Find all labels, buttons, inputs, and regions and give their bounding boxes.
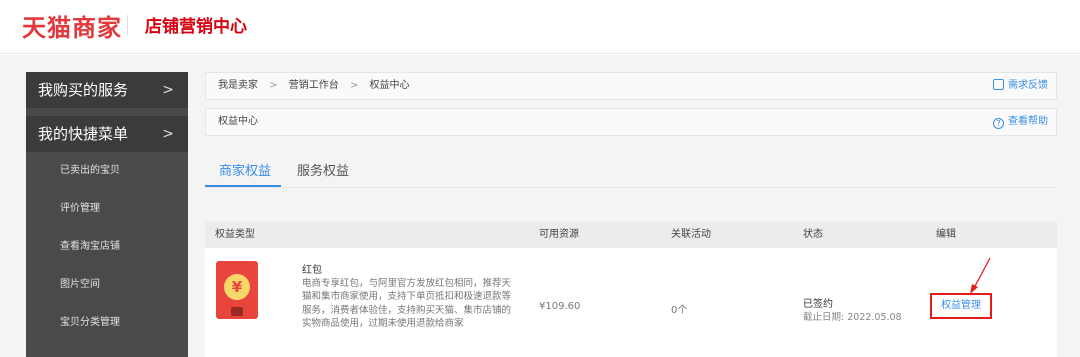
manage-rights-button[interactable]: 权益管理 [930, 293, 992, 319]
header-divider [127, 15, 128, 35]
sidebar-item-view-store[interactable]: 查看淘宝店铺 [26, 228, 188, 266]
sidebar-item-sold-items[interactable]: 已卖出的宝贝 [26, 152, 188, 190]
edit-icon [993, 79, 1004, 90]
sidebar-item-image-space[interactable]: 图片空间 [26, 266, 188, 304]
red-envelope-icon: ¥ [216, 261, 258, 319]
question-icon: ? [993, 118, 1004, 129]
related-activity: 0个 [671, 305, 688, 316]
sidebar-section-label: 我的快捷菜单 [38, 125, 129, 143]
column-header: 关联活动 [671, 229, 711, 240]
sidebar-section-label: 我购买的服务 [38, 81, 129, 99]
benefit-description: 电商专享红包，与阿里官方发放红包相同，推荐天猫和集市商家使用，支持下单页抵扣和极… [302, 278, 512, 330]
sidebar-item-category-manage[interactable]: 宝贝分类管理 [26, 304, 188, 342]
status-text: 已签约 [803, 299, 833, 310]
column-header: 权益类型 [215, 229, 255, 240]
column-header: 可用资源 [539, 229, 579, 240]
sidebar-section-purchased-services[interactable]: 我购买的服务 > [26, 72, 188, 108]
envelope-slot [231, 307, 243, 316]
table-header: 权益类型 可用资源 关联活动 状态 编辑 [205, 222, 1057, 248]
site-title: 店铺营销中心 [145, 17, 247, 37]
yuan-coin-icon: ¥ [224, 274, 250, 300]
feedback-link[interactable]: 需求反馈 [993, 73, 1048, 99]
benefit-title: 红包 [302, 265, 322, 276]
breadcrumb-item[interactable]: 我是卖家 [218, 80, 258, 91]
sidebar: 我购买的服务 > 我的快捷菜单 > 已卖出的宝贝 评价管理 查看淘宝店铺 图片空… [26, 72, 188, 357]
sidebar-section-quick-menu[interactable]: 我的快捷菜单 > [26, 116, 188, 152]
chevron-right-icon: > [162, 82, 174, 98]
help-link[interactable]: ? 查看帮助 [993, 109, 1048, 135]
annotation-arrow [970, 257, 991, 294]
page-header-bar: 权益中心 ? 查看帮助 [205, 108, 1057, 136]
breadcrumb-separator: > [349, 80, 359, 91]
page-title: 权益中心 [218, 116, 258, 127]
tab-merchant-rights[interactable]: 商家权益 [219, 160, 271, 179]
deadline-text: 截止日期: 2022.05.08 [803, 312, 902, 323]
main-content: 我是卖家 > 营销工作台 > 权益中心 需求反馈 权益中心 ? 查看帮助 商家权益… [205, 72, 1057, 357]
column-header: 状态 [803, 229, 823, 240]
column-header: 编辑 [936, 229, 956, 240]
tmall-logo[interactable]: 天猫商家 [22, 8, 122, 43]
available-resource: ¥109.60 [539, 301, 581, 312]
top-header: 天猫商家 店铺营销中心 [0, 0, 1080, 54]
breadcrumb-separator: > [269, 80, 278, 91]
table-row: ¥ 红包 电商专享红包，与阿里官方发放红包相同，推荐天猫和集市商家使用，支持下单… [205, 248, 1057, 357]
breadcrumb-item[interactable]: 营销工作台 [289, 80, 339, 91]
breadcrumb: 我是卖家 > 营销工作台 > 权益中心 需求反馈 [205, 72, 1057, 100]
sidebar-item-reviews[interactable]: 评价管理 [26, 190, 188, 228]
help-label: 查看帮助 [1008, 116, 1048, 127]
feedback-label: 需求反馈 [1008, 80, 1048, 91]
tab-service-rights[interactable]: 服务权益 [297, 160, 349, 179]
tabs-divider [205, 187, 1057, 188]
breadcrumb-item: 权益中心 [369, 80, 410, 91]
chevron-right-icon: > [162, 126, 174, 142]
